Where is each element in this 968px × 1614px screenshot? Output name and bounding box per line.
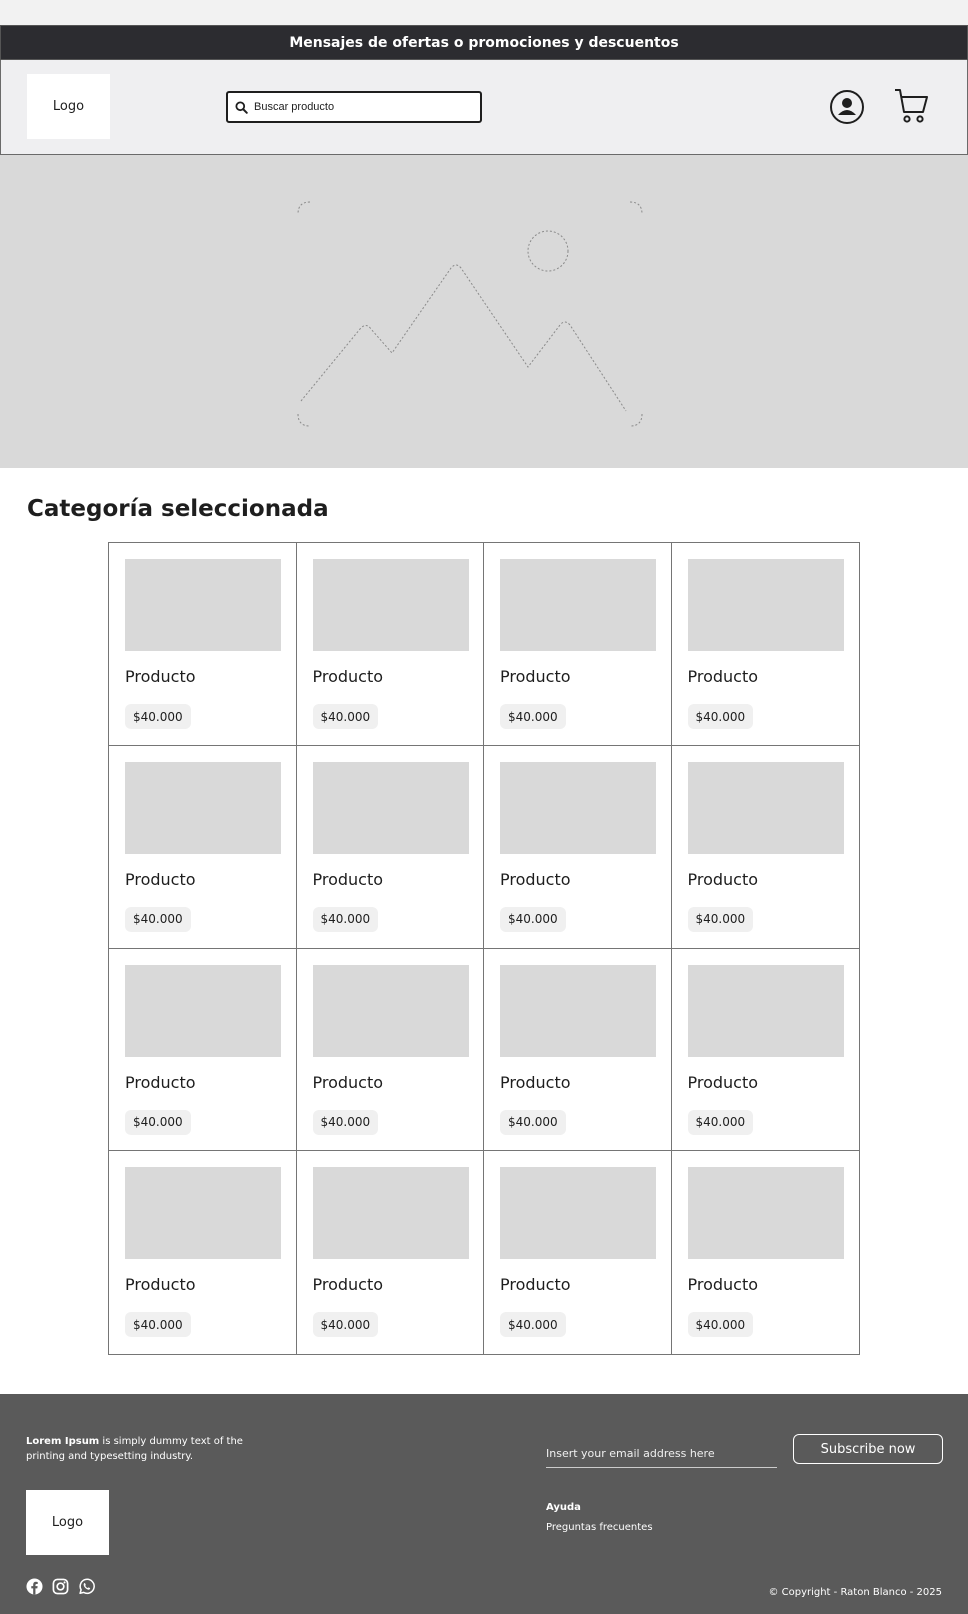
- faq-link[interactable]: Preguntas frecuentes: [546, 1522, 653, 1533]
- product-image[interactable]: [125, 964, 281, 1057]
- logo-text: Logo: [52, 99, 85, 114]
- product-image[interactable]: [500, 1167, 656, 1260]
- product-name[interactable]: Producto: [500, 667, 571, 686]
- product-name[interactable]: Producto: [125, 667, 196, 686]
- help-heading: Ayuda: [546, 1502, 581, 1513]
- product-image[interactable]: [125, 1167, 281, 1260]
- search-input[interactable]: [254, 101, 454, 113]
- product-card[interactable]: Producto $40.000: [109, 745, 297, 949]
- product-image[interactable]: [312, 559, 469, 651]
- product-price: $40.000: [687, 704, 754, 729]
- product-name[interactable]: Producto: [125, 1275, 196, 1294]
- product-name[interactable]: Producto: [125, 1073, 196, 1092]
- copyright-text: © Copyright - Raton Blanco - 2025: [768, 1587, 942, 1598]
- product-card[interactable]: Producto $40.000: [484, 543, 672, 746]
- product-card[interactable]: Producto $40.000: [671, 746, 859, 949]
- product-card[interactable]: Producto $40.000: [296, 543, 484, 746]
- product-image[interactable]: [687, 1167, 844, 1260]
- product-name[interactable]: Producto: [500, 870, 571, 889]
- product-image[interactable]: [687, 761, 844, 854]
- product-price: $40.000: [500, 1312, 566, 1338]
- email-input[interactable]: [546, 1447, 777, 1460]
- site-footer: Lorem Ipsum is simply dummy text of the …: [0, 1394, 968, 1614]
- product-image[interactable]: [312, 1167, 469, 1260]
- site-header: Logo: [0, 60, 968, 155]
- product-price: $40.000: [500, 704, 566, 729]
- product-card[interactable]: Producto $40.000: [484, 745, 672, 949]
- product-card[interactable]: Producto $40.000: [109, 948, 297, 1152]
- product-name[interactable]: Producto: [688, 1275, 759, 1294]
- product-image[interactable]: [687, 559, 844, 651]
- hero-banner: [0, 155, 968, 468]
- product-name[interactable]: Producto: [313, 870, 384, 889]
- image-placeholder-icon: [297, 201, 643, 427]
- footer-description-bold: Lorem Ipsum: [26, 1436, 100, 1447]
- footer-logo[interactable]: Logo: [26, 1490, 109, 1555]
- whatsapp-icon[interactable]: [78, 1578, 95, 1595]
- product-name[interactable]: Producto: [313, 667, 384, 686]
- product-name[interactable]: Producto: [688, 870, 759, 889]
- promo-text: Mensajes de ofertas o promociones y desc…: [289, 34, 679, 51]
- product-card[interactable]: Producto $40.000: [484, 948, 672, 1152]
- product-card[interactable]: Producto $40.000: [672, 1151, 860, 1354]
- product-price: $40.000: [687, 1109, 754, 1135]
- product-price: $40.000: [500, 906, 566, 932]
- product-price: $40.000: [500, 1109, 566, 1135]
- product-name[interactable]: Producto: [688, 667, 759, 686]
- product-card[interactable]: Producto $40.000: [484, 1151, 672, 1354]
- product-price: $40.000: [125, 906, 191, 932]
- product-price: $40.000: [312, 1312, 379, 1338]
- cart-icon[interactable]: [893, 87, 929, 125]
- product-price: $40.000: [312, 704, 379, 729]
- product-image[interactable]: [500, 559, 656, 651]
- product-card[interactable]: Producto $40.000: [109, 1151, 297, 1354]
- product-price: $40.000: [687, 1312, 754, 1338]
- product-name[interactable]: Producto: [313, 1073, 384, 1092]
- product-price: $40.000: [687, 906, 754, 932]
- product-grid: Producto $40.000 Producto $40.000 Producto…: [108, 542, 860, 1355]
- footer-description: Lorem Ipsum is simply dummy text of the …: [26, 1434, 246, 1464]
- product-card[interactable]: Producto $40.000: [109, 543, 297, 746]
- logo-text: Logo: [51, 1515, 84, 1530]
- product-card[interactable]: Producto $40.000: [296, 745, 484, 949]
- product-card[interactable]: Producto $40.000: [671, 543, 859, 746]
- product-name[interactable]: Producto: [500, 1275, 571, 1294]
- product-image[interactable]: [312, 761, 469, 854]
- product-image[interactable]: [312, 964, 469, 1057]
- product-image[interactable]: [500, 761, 656, 854]
- subscribe-button[interactable]: Subscribe now: [793, 1434, 943, 1464]
- newsletter-email[interactable]: [546, 1442, 777, 1468]
- instagram-icon[interactable]: [52, 1578, 69, 1595]
- product-card[interactable]: Producto $40.000: [297, 1151, 484, 1354]
- product-name[interactable]: Producto: [688, 1073, 759, 1092]
- product-price: $40.000: [312, 1109, 379, 1135]
- search-icon: [235, 100, 248, 114]
- product-price: $40.000: [125, 1312, 191, 1338]
- social-links: [26, 1578, 95, 1595]
- product-card[interactable]: Producto $40.000: [296, 948, 484, 1152]
- product-image[interactable]: [125, 559, 281, 651]
- category-title: Categoría seleccionada: [27, 496, 329, 522]
- facebook-icon[interactable]: [26, 1578, 43, 1595]
- user-icon[interactable]: [829, 89, 865, 125]
- top-strip: [0, 0, 968, 25]
- product-price: $40.000: [125, 1109, 191, 1135]
- product-image[interactable]: [125, 761, 281, 854]
- header-logo[interactable]: Logo: [27, 74, 110, 139]
- product-name[interactable]: Producto: [125, 870, 196, 889]
- product-price: $40.000: [312, 906, 379, 932]
- product-card[interactable]: Producto $40.000: [671, 949, 859, 1152]
- search-bar[interactable]: [226, 91, 482, 123]
- product-name[interactable]: Producto: [500, 1073, 571, 1092]
- product-price: $40.000: [125, 704, 191, 729]
- product-image[interactable]: [687, 964, 844, 1057]
- promo-bar: Mensajes de ofertas o promociones y desc…: [0, 25, 968, 60]
- product-name[interactable]: Producto: [313, 1275, 384, 1294]
- product-image[interactable]: [500, 964, 656, 1057]
